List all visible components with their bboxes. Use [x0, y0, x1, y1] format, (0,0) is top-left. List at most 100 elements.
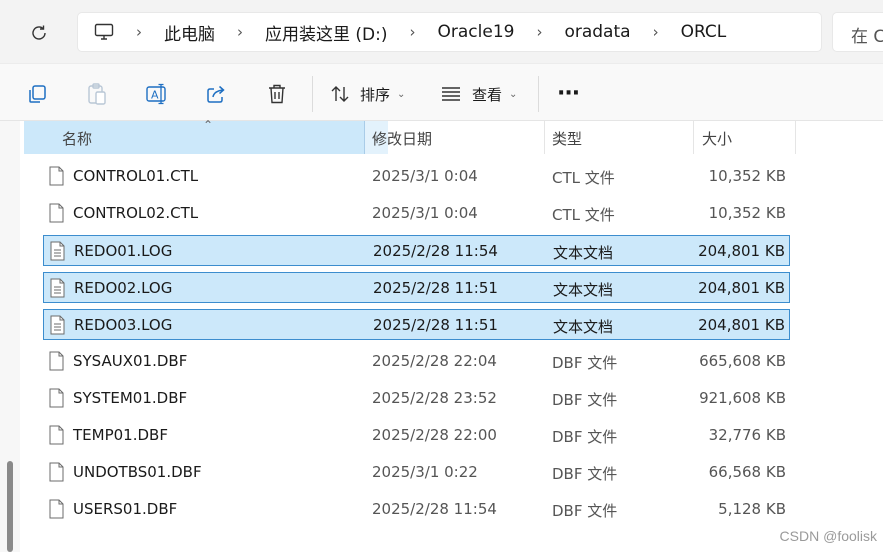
more-options-button[interactable]: ···: [557, 80, 580, 108]
file-size: 665,608 KB: [699, 352, 786, 370]
file-name: SYSAUX01.DBF: [73, 352, 188, 370]
file-row[interactable]: UNDOTBS01.DBF 2025/3/1 0:22 DBF 文件 66,568 K…: [43, 457, 790, 488]
file-row[interactable]: SYSAUX01.DBF 2025/2/28 22:04 DBF 文件 665,608…: [43, 346, 790, 377]
breadcrumb-oracle19[interactable]: Oracle19: [438, 22, 515, 42]
file-type: DBF 文件: [552, 354, 618, 372]
file-modified-date: 2025/2/28 11:51: [373, 316, 498, 334]
refresh-button[interactable]: [26, 20, 52, 46]
column-header-date[interactable]: 修改日期: [372, 121, 544, 154]
file-type: CTL 文件: [552, 206, 615, 224]
sort-label: 排序: [360, 85, 391, 104]
share-icon: [207, 85, 225, 103]
view-list-icon: [442, 87, 460, 101]
file-size: 10,352 KB: [708, 167, 786, 185]
search-input[interactable]: 在 C: [832, 12, 883, 52]
refresh-icon: [32, 25, 46, 40]
breadcrumb-separator: ›: [237, 23, 243, 41]
file-row[interactable]: TEMP01.DBF 2025/2/28 22:00 DBF 文件 32,776 KB: [43, 420, 790, 451]
file-modified-date: 2025/2/28 11:54: [372, 500, 497, 518]
navigation-scrollbar[interactable]: [7, 461, 13, 552]
file-icon: [49, 351, 64, 371]
file-icon: [49, 203, 64, 223]
text-file-icon: [50, 241, 65, 261]
file-icon: [49, 425, 64, 445]
file-icon: [49, 388, 64, 408]
file-name: UNDOTBS01.DBF: [73, 463, 202, 481]
toolbar-divider: [538, 76, 539, 112]
column-header-row: 名称 ⌃ ⌄ 修改日期 类型 大小: [24, 118, 796, 154]
rename-button[interactable]: A: [145, 80, 169, 108]
command-toolbar: A 排序 ⌄ 查看 ⌄ ···: [0, 63, 883, 121]
column-divider[interactable]: [693, 121, 694, 154]
share-button[interactable]: [205, 80, 227, 108]
file-modified-date: 2025/3/1 0:22: [372, 463, 478, 481]
file-row[interactable]: USERS01.DBF 2025/2/28 11:54 DBF 文件 5,128 KB: [43, 494, 790, 525]
file-modified-date: 2025/2/28 22:00: [372, 426, 497, 444]
sort-icon: [331, 86, 349, 102]
paste-icon: [88, 83, 106, 105]
column-divider[interactable]: [544, 121, 545, 154]
breadcrumb-separator: ›: [652, 23, 659, 41]
file-size: 204,801 KB: [698, 279, 785, 297]
file-modified-date: 2025/3/1 0:04: [372, 204, 478, 222]
file-name: CONTROL01.CTL: [73, 167, 199, 185]
file-modified-date: 2025/2/28 11:54: [373, 242, 498, 260]
delete-button[interactable]: [266, 80, 288, 108]
watermark: CSDN @foolisk: [779, 528, 877, 544]
column-name-label: 名称: [62, 130, 93, 148]
paste-button[interactable]: [86, 80, 108, 108]
file-modified-date: 2025/2/28 22:04: [372, 352, 497, 370]
file-row[interactable]: REDO02.LOG 2025/2/28 11:51 文本文档 204,801 KB: [43, 272, 790, 303]
file-size: 204,801 KB: [698, 242, 785, 260]
chevron-down-icon: ⌄: [397, 88, 406, 100]
address-bar[interactable]: › 此电脑 › 应用装这里 (D:) › Oracle19 › oradata …: [77, 12, 822, 52]
file-modified-date: 2025/2/28 23:52: [372, 389, 497, 407]
file-row[interactable]: SYSTEM01.DBF 2025/2/28 23:52 DBF 文件 921,608…: [43, 383, 790, 414]
file-row[interactable]: CONTROL02.CTL 2025/3/1 0:04 CTL 文件 10,352 K…: [43, 198, 790, 229]
breadcrumb-this-pc[interactable]: 此电脑: [164, 20, 215, 45]
file-type: DBF 文件: [552, 502, 618, 520]
file-type: CTL 文件: [552, 169, 615, 187]
column-type-label: 类型: [552, 130, 583, 148]
more-icon: ···: [557, 81, 580, 106]
copy-icon: [29, 85, 46, 103]
chevron-down-icon: ⌄: [509, 88, 518, 100]
file-size: 10,352 KB: [708, 204, 786, 222]
file-size: 32,776 KB: [708, 426, 786, 444]
breadcrumb-separator: ›: [536, 23, 543, 41]
file-modified-date: 2025/3/1 0:04: [372, 167, 478, 185]
file-row[interactable]: CONTROL01.CTL 2025/3/1 0:04 CTL 文件 10,352 K…: [43, 161, 790, 192]
file-type: DBF 文件: [552, 428, 618, 446]
view-button[interactable]: 查看 ⌄: [440, 80, 517, 108]
view-label: 查看: [472, 85, 503, 104]
file-row[interactable]: REDO01.LOG 2025/2/28 11:54 文本文档 204,801 KB: [43, 235, 790, 266]
breadcrumb-oradata[interactable]: oradata: [564, 22, 630, 42]
file-name: SYSTEM01.DBF: [73, 389, 188, 407]
this-pc-button[interactable]: [94, 23, 114, 41]
column-header-type[interactable]: 类型: [552, 121, 693, 154]
file-row[interactable]: REDO03.LOG 2025/2/28 11:51 文本文档 204,801 KB: [43, 309, 790, 340]
svg-text:A: A: [151, 89, 159, 102]
column-header-name[interactable]: 名称 ⌃: [24, 118, 364, 154]
file-size: 204,801 KB: [698, 316, 785, 334]
file-icon: [49, 462, 64, 482]
file-modified-date: 2025/2/28 11:51: [373, 279, 498, 297]
file-icon: [49, 166, 64, 186]
toolbar-divider: [312, 76, 313, 112]
breadcrumb-orcl[interactable]: ORCL: [681, 22, 727, 42]
column-header-size[interactable]: 大小: [702, 121, 796, 154]
breadcrumb-separator: ›: [409, 23, 416, 41]
file-name: REDO03.LOG: [74, 316, 173, 334]
address-bar-region: › 此电脑 › 应用装这里 (D:) › Oracle19 › oradata …: [0, 0, 883, 63]
file-size: 921,608 KB: [699, 389, 786, 407]
text-file-icon: [50, 315, 65, 335]
file-icon: [49, 499, 64, 519]
breadcrumb-drive-d[interactable]: 应用装这里 (D:): [265, 20, 388, 45]
file-size: 5,128 KB: [718, 500, 786, 518]
copy-button[interactable]: [26, 80, 48, 108]
file-type: DBF 文件: [552, 465, 618, 483]
sort-button[interactable]: 排序 ⌄: [330, 80, 405, 108]
text-file-icon: [50, 278, 65, 298]
column-divider[interactable]: [795, 121, 796, 154]
file-name: REDO01.LOG: [74, 242, 173, 260]
